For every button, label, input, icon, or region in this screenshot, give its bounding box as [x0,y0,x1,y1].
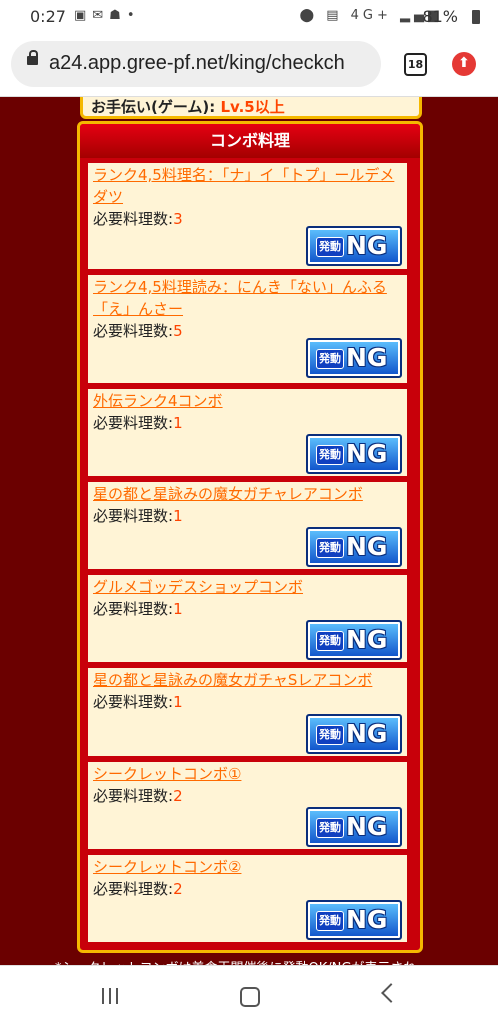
browser-toolbar: a24.app.gree-pf.net/king/checkch 18 ⬆ [0,34,498,97]
previous-section-box: お手伝い(ゲーム): Lv.5以上 [80,97,422,119]
combo-requirement: 必要料理数:2 [93,880,183,898]
activate-ng-button[interactable]: 発動 NG [306,226,402,266]
address-bar[interactable]: a24.app.gree-pf.net/king/checkch [11,41,381,87]
activate-ng-button[interactable]: 発動 NG [306,338,402,378]
status-time: 0:27 [30,7,66,26]
combo-item: 外伝ランク4コンボ 必要料理数:1 発動 NG [85,386,410,479]
system-nav-bar [0,965,498,1025]
status-bar: 0:27 ▣✉☗• ⬤ ▤ 4G+ ▂▄▆ 81% [0,0,498,34]
combo-panel: コンボ料理 ランク4,5料理名：「ナ」イ「トプ」ールデメダツ 必要料理数:3 発… [77,121,423,953]
activate-ng-button[interactable]: 発動 NG [306,807,402,847]
combo-link[interactable]: シークレットコンボ② [93,856,403,878]
combo-requirement: 必要料理数:1 [93,693,183,711]
combo-link[interactable]: ランク4,5料理名：「ナ」イ「トプ」ールデメダツ [93,164,403,208]
combo-requirement: 必要料理数:1 [93,507,183,525]
tab-switcher-button[interactable]: 18 [404,53,427,76]
previous-section-text: お手伝い(ゲーム): Lv.5以上 [91,98,285,116]
combo-link[interactable]: ランク4,5料理読み：にんき「ない」んふる「え」んさー [93,276,403,320]
combo-item: グルメゴッデスショップコンボ 必要料理数:1 発動 NG [85,572,410,665]
combo-item: 星の都と星詠みの魔女ガチャレアコンボ 必要料理数:1 発動 NG [85,479,410,572]
combo-requirement: 必要料理数:2 [93,787,183,805]
lock-icon [27,50,38,65]
combo-requirement: 必要料理数:1 [93,414,183,432]
combo-link[interactable]: グルメゴッデスショップコンボ [93,576,403,598]
combo-link[interactable]: 外伝ランク4コンボ [93,390,403,412]
url-text: a24.app.gree-pf.net/king/checkch [49,52,345,74]
network-icons: ⬤ ▤ 4G+ ▂▄▆ [299,8,442,23]
combo-item: 星の都と星詠みの魔女ガチャSレアコンボ 必要料理数:1 発動 NG [85,665,410,759]
activate-ng-button[interactable]: 発動 NG [306,620,402,660]
update-icon[interactable]: ⬆ [452,52,476,76]
panel-title: コンボ料理 [80,124,420,158]
combo-link[interactable]: 星の都と星詠みの魔女ガチャレアコンボ [93,483,403,505]
back-icon[interactable] [381,983,401,1003]
activate-ng-button[interactable]: 発動 NG [306,434,402,474]
network-type: 4G+ [350,8,392,23]
activate-ng-button[interactable]: 発動 NG [306,527,402,567]
notification-icons: ▣✉☗• [74,8,141,23]
page-content: お手伝い(ゲーム): Lv.5以上 コンボ料理 ランク4,5料理名：「ナ」イ「ト… [0,97,498,965]
battery-icon [472,10,480,24]
combo-requirement: 必要料理数:1 [93,600,183,618]
combo-item: シークレットコンボ② 必要料理数:2 発動 NG [85,852,410,945]
combo-link[interactable]: 星の都と星詠みの魔女ガチャSレアコンボ [93,669,403,691]
combo-requirement: 必要料理数:3 [93,210,183,228]
combo-requirement: 必要料理数:5 [93,322,183,340]
home-icon[interactable] [240,987,260,1007]
combo-item: シークレットコンボ① 必要料理数:2 発動 NG [85,759,410,852]
activate-ng-button[interactable]: 発動 NG [306,714,402,754]
combo-link[interactable]: シークレットコンボ① [93,763,403,785]
recent-apps-icon[interactable] [100,988,120,1004]
activate-ng-button[interactable]: 発動 NG [306,900,402,940]
combo-item: ランク4,5料理読み：にんき「ない」んふる「え」んさー 必要料理数:5 発動 NG [85,272,410,386]
footnote-text: *シークレットコンボは美食王開催後に発動OK/NGが表示され [55,957,416,965]
combo-item: ランク4,5料理名：「ナ」イ「トプ」ールデメダツ 必要料理数:3 発動 NG [85,160,410,272]
battery-level: 81% [422,7,458,26]
